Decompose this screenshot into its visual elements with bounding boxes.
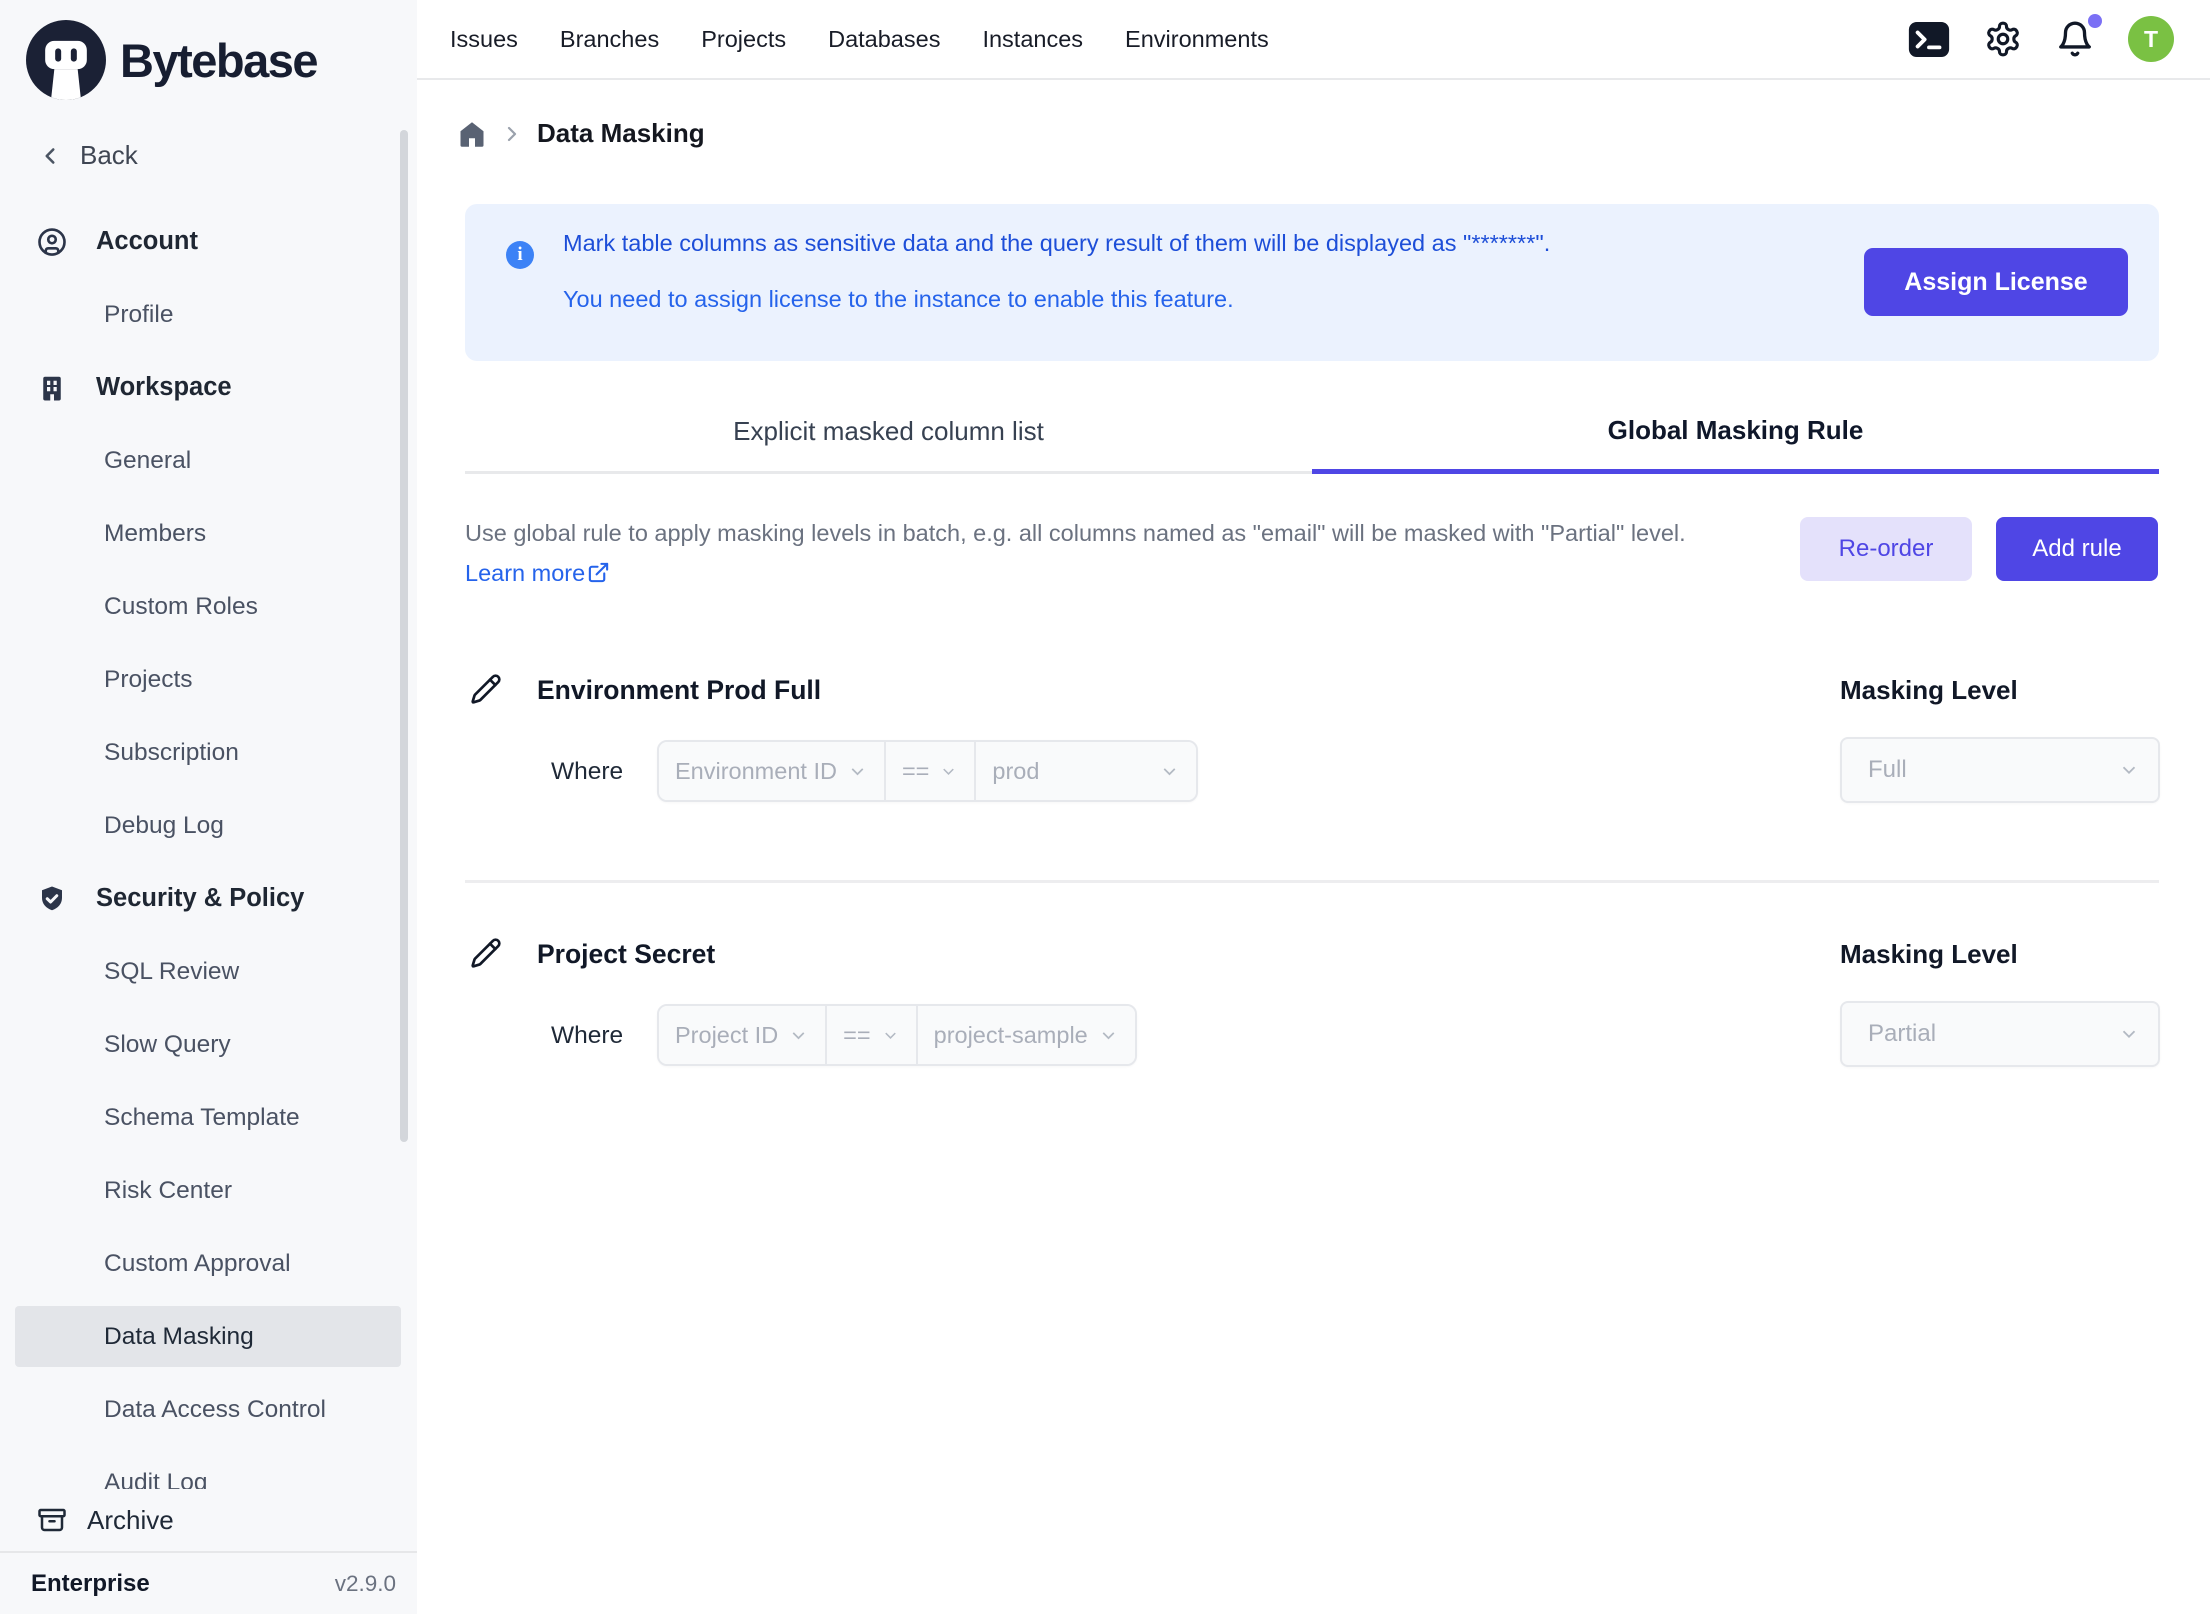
sidebar-item-archive[interactable]: Archive [0,1489,407,1551]
banner-message: Mark table columns as sensitive data and… [563,230,1550,257]
shield-check-icon [37,884,67,914]
sidebar-section-security-policy[interactable]: Security & Policy [0,862,417,935]
masking-level-label: Masking Level [1840,939,2018,970]
sidebar-item-projects[interactable]: Projects [0,643,417,716]
sidebar-item-data-access-control[interactable]: Data Access Control [0,1373,417,1446]
masking-rule-project-secret: Project Secret Masking Level Where Proje… [417,937,2210,1197]
reorder-button[interactable]: Re-order [1800,517,1972,581]
sidebar-scrollbar[interactable] [400,130,408,1142]
main-content: Data Masking i Mark table columns as sen… [417,80,2210,1614]
breadcrumb: Data Masking [457,118,705,149]
top-navigation-bar: Issues Branches Projects Databases Insta… [417,0,2210,80]
sidebar: Bytebase Back Account Profile Workspace … [0,0,417,1614]
condition-group: Project ID == project-sample [657,1004,1137,1066]
condition-value-select[interactable]: prod [976,742,1196,800]
version-label: v2.9.0 [335,1571,396,1597]
condition-group: Environment ID == prod [657,740,1198,802]
info-icon: i [506,241,534,269]
archive-label: Archive [87,1505,174,1536]
archive-box-icon [37,1505,67,1535]
section-label: Account [96,227,198,256]
sql-editor-terminal-icon[interactable] [1908,21,1950,58]
masking-level-select[interactable]: Partial [1840,1001,2160,1067]
license-info-banner: i Mark table columns as sensitive data a… [465,204,2159,361]
tab-explicit-masked-column-list[interactable]: Explicit masked column list [465,392,1312,474]
learn-more-link[interactable]: Learn more [465,560,610,586]
home-icon[interactable] [457,119,487,149]
plan-label: Enterprise [31,1570,150,1598]
nav-databases[interactable]: Databases [828,26,940,53]
nav-projects[interactable]: Projects [701,26,786,53]
top-icons: T [1908,16,2210,62]
chevron-right-icon [500,122,524,146]
sidebar-item-custom-roles[interactable]: Custom Roles [0,570,417,643]
sidebar-section-workspace[interactable]: Workspace [0,351,417,424]
breadcrumb-current: Data Masking [537,118,705,149]
nav-issues[interactable]: Issues [450,26,518,53]
chevron-down-icon [847,761,868,782]
chevron-down-icon [2118,1023,2140,1045]
sidebar-footer: Enterprise v2.9.0 [0,1551,417,1614]
rule-title: Environment Prod Full [537,675,821,706]
sidebar-item-custom-approval[interactable]: Custom Approval [0,1227,417,1300]
sidebar-item-schema-template[interactable]: Schema Template [0,1081,417,1154]
assign-license-button[interactable]: Assign License [1864,248,2128,316]
building-icon [37,373,67,403]
rule-divider [465,880,2159,883]
chevron-down-icon [881,1026,900,1045]
masking-level-label: Masking Level [1840,675,2018,706]
sidebar-nav: Account Profile Workspace General Member… [0,205,417,1519]
chevron-down-icon [788,1025,809,1046]
nav-environments[interactable]: Environments [1125,26,1269,53]
user-avatar[interactable]: T [2128,16,2174,62]
where-label: Where [551,758,623,786]
condition-field-select[interactable]: Project ID [659,1006,827,1064]
add-rule-button[interactable]: Add rule [1996,517,2158,581]
condition-value-select[interactable]: project-sample [918,1006,1135,1064]
sidebar-item-risk-center[interactable]: Risk Center [0,1154,417,1227]
chevron-down-icon [2118,759,2140,781]
notification-badge [2088,14,2102,28]
settings-gear-icon[interactable] [1984,20,2022,58]
tab-global-masking-rule[interactable]: Global Masking Rule [1312,392,2159,474]
bytebase-logo[interactable]: Bytebase [26,20,317,100]
edit-pencil-icon[interactable] [470,937,502,969]
back-label: Back [80,140,138,171]
back-button[interactable]: Back [37,140,138,171]
sidebar-item-debug-log[interactable]: Debug Log [0,789,417,862]
chevron-down-icon [1159,761,1180,782]
where-label: Where [551,1022,623,1050]
section-label: Security & Policy [96,884,304,913]
chevron-down-icon [939,762,958,781]
edit-pencil-icon[interactable] [470,673,502,705]
chevron-down-icon [1098,1025,1119,1046]
sidebar-item-general[interactable]: General [0,424,417,497]
global-rule-description: Use global rule to apply masking levels … [465,513,1785,593]
sidebar-section-account[interactable]: Account [0,205,417,278]
sidebar-item-sql-review[interactable]: SQL Review [0,935,417,1008]
masking-level-select[interactable]: Full [1840,737,2160,803]
masking-rule-environment-prod-full: Environment Prod Full Masking Level Wher… [417,673,2210,933]
masking-tabs: Explicit masked column list Global Maski… [465,392,2159,474]
banner-license-note[interactable]: You need to assign license to the instan… [563,286,1234,313]
sidebar-item-profile[interactable]: Profile [0,278,417,351]
nav-instances[interactable]: Instances [982,26,1083,53]
nav-branches[interactable]: Branches [560,26,659,53]
external-link-icon [587,561,610,584]
sidebar-item-subscription[interactable]: Subscription [0,716,417,789]
chevron-left-icon [37,143,63,169]
brand-wordmark: Bytebase [120,33,317,88]
condition-operator-select[interactable]: == [827,1006,917,1064]
sidebar-item-data-masking[interactable]: Data Masking [0,1300,417,1373]
rule-title: Project Secret [537,939,715,970]
user-circle-icon [37,227,67,257]
sidebar-item-members[interactable]: Members [0,497,417,570]
notifications-bell-icon[interactable] [2056,20,2094,58]
condition-field-select[interactable]: Environment ID [659,742,886,800]
top-nav-links: Issues Branches Projects Databases Insta… [417,26,1269,53]
sidebar-item-slow-query[interactable]: Slow Query [0,1008,417,1081]
bytebase-mascot-icon [26,20,106,100]
condition-operator-select[interactable]: == [886,742,976,800]
section-label: Workspace [96,373,232,402]
